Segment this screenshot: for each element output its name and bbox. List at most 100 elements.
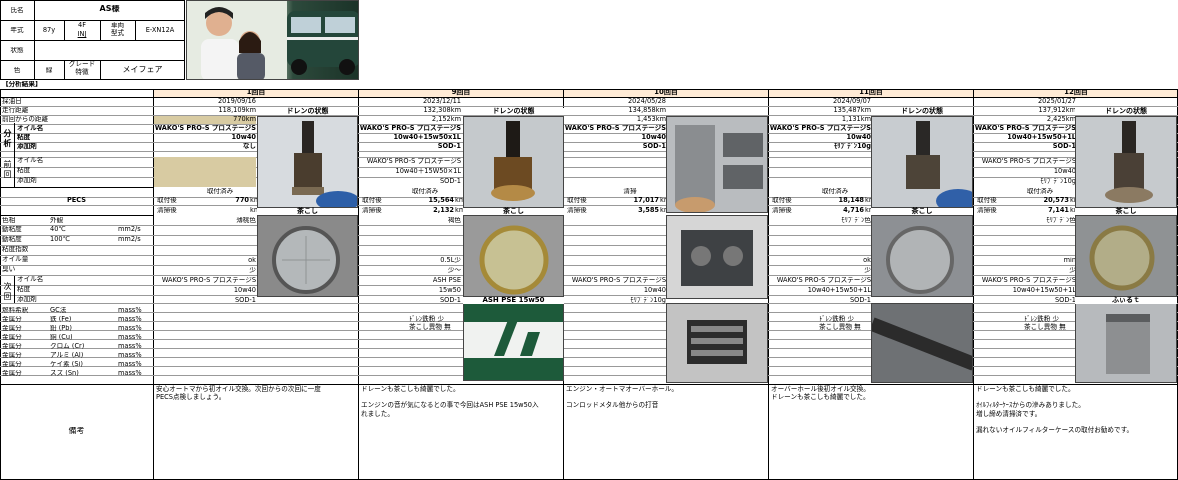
row-line [0, 245, 1178, 246]
drain-label-11: ドレンの状態 [871, 108, 973, 115]
row-line [0, 275, 1178, 276]
prev-additive: ﾓﾘﾌﾞﾃﾞﾝ10g [1040, 178, 1076, 185]
metal-unit: mass% [118, 316, 142, 323]
prev-viscosity: 10w40＋15W50×1L [395, 168, 461, 175]
label-fuel-unit: mass% [118, 307, 142, 314]
strainer-label-12: 茶こし [1075, 208, 1177, 215]
label-additive-prev: 添加剤 [17, 177, 37, 184]
strainer-photo-11 [871, 215, 973, 297]
viscosity: 10w40 [641, 134, 666, 141]
smell: 少～ [447, 267, 461, 274]
row-line [0, 321, 1178, 322]
round-9-title: 9回目 [451, 89, 471, 96]
row-line [0, 151, 1178, 152]
metal-name: アルミ (Al) [50, 352, 84, 359]
row-line [0, 225, 1178, 226]
strainer-photo-9 [463, 215, 564, 297]
oil-name: WAKO'S PRO-S プロステージS [154, 125, 256, 132]
pecs-before-label: 取付後 [977, 197, 997, 204]
next-viscosity: 10w40 [233, 287, 256, 294]
oil-can-photo [463, 297, 564, 381]
sample-date: 2024/05/28 [627, 98, 666, 105]
customer-name: AS様 [99, 5, 120, 13]
pecs-after-label: 清掃後 [157, 207, 177, 214]
remarks-text: ドレーンも茶こしも綺麗でした。 エンジンの音が気になるとの事で今回はASH PS… [361, 385, 539, 418]
label-kv100: 動粘度 [2, 236, 22, 243]
label-remarks: 備考 [68, 427, 85, 435]
pecs-after-value: 2,132 [433, 207, 454, 214]
prev-oil-name: WAKO'S PRO-S プロステージS [981, 158, 1076, 165]
round-11-title: 11回目 [859, 89, 883, 96]
label-oil-name-next: オイル名 [17, 276, 44, 283]
metal-unit: mass% [118, 361, 142, 368]
additive: SOD-1 [437, 143, 461, 150]
next-viscosity: 10w40+15w50+1L [1012, 287, 1076, 294]
since-last: 770km [233, 116, 256, 123]
next-additive: ﾓﾘﾌﾞﾃﾞﾝ10g [630, 297, 666, 304]
pecs-before-value: 18,148 [838, 197, 864, 204]
label-since-last: 前回からの距離 [2, 116, 49, 123]
pecs-after-value: 4,716 [843, 207, 864, 214]
label-group-analysis: 分 析 [3, 129, 12, 149]
label-additive: 添加剤 [17, 143, 37, 150]
metal-label: 金属分 [2, 370, 22, 377]
next-additive: SOD-1 [849, 297, 871, 304]
label-oil-name: オイル名 [17, 125, 44, 132]
metal-name: 鉛 (Pb) [50, 325, 72, 332]
metal-label: 金属分 [2, 325, 22, 332]
remarks-text: エンジン・オートマオーバーホール。 コンロッドメタル他からの打音 [566, 385, 679, 410]
drain-note: ﾄﾞﾚﾝ鉄粉 少 茶こし異物 無 [819, 315, 861, 332]
viscosity: 10w40 [231, 134, 256, 141]
remarks-text: ドレーンも茶こしも綺麗でした。 ｵｲﾙﾌｨﾙﾀｰｹｰｽからの滲みありました。 増… [976, 385, 1134, 435]
row-line [0, 285, 1178, 286]
pecs-after-label: 清掃後 [977, 207, 997, 214]
pecs-before-value: 17,017 [633, 197, 659, 204]
viscosity: 10w40+15w50+1L [1007, 134, 1076, 141]
additive: なし [242, 143, 256, 150]
pecs-status: 取付済み [821, 188, 849, 195]
next-additive: SOD-1 [1054, 297, 1076, 304]
label-additive-next: 添加剤 [17, 296, 37, 303]
model-label: 車両 型式 [110, 22, 125, 37]
pecs-before-value: 770 [235, 197, 249, 204]
pecs-before-value: 15,564 [428, 197, 454, 204]
next-viscosity: 10w40 [643, 287, 666, 294]
analysis-header: 【分析結果】 [2, 81, 42, 88]
gasket-photo [871, 303, 973, 383]
row-line [0, 255, 1178, 256]
metal-label: 金属分 [2, 316, 22, 323]
pecs-before-label: 取付後 [362, 197, 382, 204]
metal-name: 銅 (Cu) [50, 334, 73, 341]
row-line [0, 348, 1178, 349]
drain-photo-1 [257, 116, 358, 208]
prev-additive: SOD-1 [439, 178, 461, 185]
label-color: 色相 [2, 217, 16, 224]
metal-label: 金属分 [2, 343, 22, 350]
mileage: 118,109km [218, 107, 256, 114]
beige-cell [154, 157, 256, 187]
oil-can-label: ASH PSE 15w50 [463, 297, 564, 304]
metal-label: 金属分 [2, 361, 22, 368]
metal-unit: mass% [118, 352, 142, 359]
metal-name: スズ (Sn) [50, 370, 79, 377]
oil-name: WAKO'S PRO-S プロステージS [974, 125, 1076, 132]
drain-note: ﾄﾞﾚﾝ鉄粉 少 茶こし異物 無 [1024, 315, 1066, 332]
additive: ﾓﾘﾌﾞﾃﾞﾝ10g [834, 143, 871, 150]
label-kv40-unit: mm2/s [118, 226, 141, 233]
metal-unit: mass% [118, 343, 142, 350]
drain-label-1: ドレンの状態 [257, 108, 358, 115]
label-viscosity-next: 粘度 [17, 286, 31, 293]
label-group-prev: 前 回 [3, 160, 12, 180]
customer-photo [186, 0, 359, 80]
strainer-photo-12 [1075, 215, 1177, 297]
label-viscosity-prev: 粘度 [17, 167, 31, 174]
label-kv40: 動粘度 [2, 226, 22, 233]
metal-name: 鉄 (Fe) [50, 316, 72, 323]
label-pecs: PECS [66, 197, 87, 204]
oil-color: ﾓﾘﾌﾞﾃﾞﾝ色 [841, 217, 871, 224]
pecs-before-value: 20,573 [1043, 197, 1069, 204]
metal-label: 金属分 [2, 334, 22, 341]
smell: 少 [864, 267, 871, 274]
label-sample-date: 採油日 [2, 98, 22, 105]
sample-date: 2025/01/27 [1037, 98, 1076, 105]
